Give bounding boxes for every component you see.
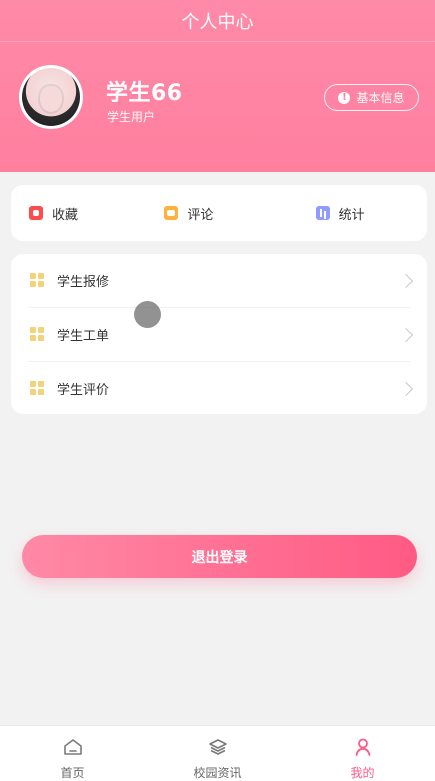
tab-home[interactable]: 首页 (0, 726, 145, 781)
grid-icon (30, 273, 45, 288)
basic-info-button[interactable]: ! 基本信息 (324, 84, 419, 111)
logout-label: 退出登录 (191, 549, 248, 566)
menu-item-label: 学生报修 (57, 275, 110, 290)
menu-card: 学生报修 学生工单 学生评价 (11, 254, 427, 414)
basic-info-label: 基本信息 (356, 91, 405, 105)
quick-actions-card: 收藏 评论 统计 (11, 185, 427, 241)
tab-mine[interactable]: 我的 (290, 726, 435, 781)
tab-label: 我的 (350, 766, 375, 780)
tab-campus-news[interactable]: 校园资讯 (145, 726, 290, 781)
bottom-tabbar: 首页 校园资讯 我的 (0, 725, 435, 781)
quick-action-label: 统计 (338, 207, 365, 223)
chevron-right-icon (398, 381, 414, 396)
quick-action-comment[interactable]: 评论 (140, 204, 275, 223)
comment-icon (164, 206, 179, 220)
menu-item-student-repair[interactable]: 学生报修 (11, 254, 427, 307)
home-icon (62, 737, 84, 757)
quick-action-stats[interactable]: 统计 (276, 204, 427, 223)
menu-item-student-review[interactable]: 学生评价 (11, 362, 427, 415)
avatar[interactable] (19, 65, 83, 129)
tab-label: 校园资讯 (193, 766, 242, 780)
tab-label: 首页 (60, 766, 85, 780)
quick-action-label: 评论 (187, 207, 214, 223)
touch-indicator (134, 301, 161, 328)
profile-header: 个人中心 学生66 学生用户 ! 基本信息 (0, 0, 435, 172)
user-role: 学生用户 (107, 110, 156, 124)
info-icon: ! (338, 91, 351, 104)
page-title: 个人中心 (181, 11, 254, 33)
quick-action-label: 收藏 (52, 207, 79, 223)
user-icon (352, 737, 374, 757)
page-title-bar: 个人中心 (0, 0, 435, 42)
menu-item-label: 学生评价 (57, 383, 110, 398)
grid-icon (30, 381, 45, 396)
menu-item-student-work-order[interactable]: 学生工单 (11, 308, 427, 361)
menu-item-label: 学生工单 (57, 329, 110, 344)
quick-action-favorite[interactable]: 收藏 (11, 204, 140, 223)
logout-button[interactable]: 退出登录 (22, 535, 417, 578)
chevron-right-icon (398, 327, 414, 342)
layers-icon (207, 737, 229, 757)
avatar-image (22, 68, 80, 126)
stats-icon (315, 206, 330, 220)
grid-icon (30, 327, 45, 342)
username: 学生66 (106, 81, 183, 106)
chevron-right-icon (398, 273, 414, 288)
favorite-icon (29, 206, 43, 220)
